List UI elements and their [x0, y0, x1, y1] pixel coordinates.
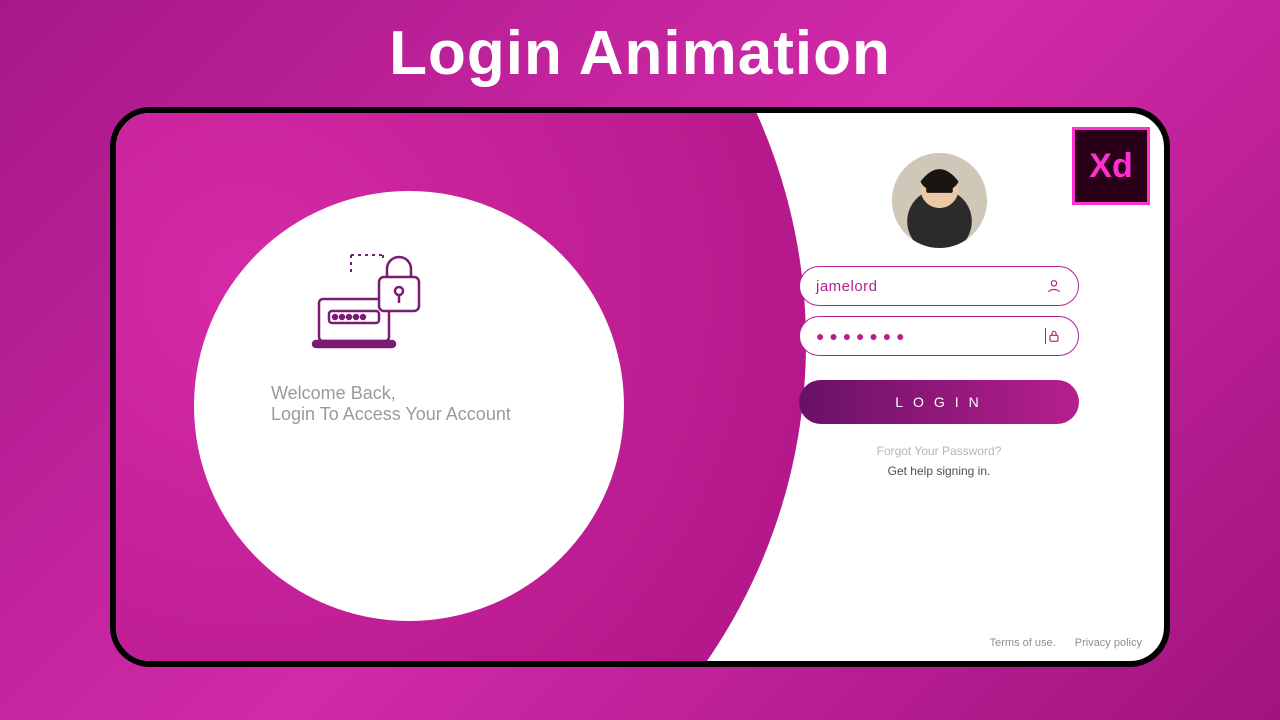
- lock-icon: [1046, 328, 1062, 344]
- page-headline: Login Animation: [389, 18, 891, 89]
- privacy-link[interactable]: Privacy policy: [1075, 637, 1142, 649]
- login-button[interactable]: LOGIN: [799, 380, 1079, 424]
- welcome-block: Welcome Back, Login To Access Your Accou…: [271, 253, 601, 425]
- device-frame: Welcome Back, Login To Access Your Accou…: [110, 107, 1170, 667]
- adobe-xd-badge: Xd: [1072, 127, 1150, 205]
- welcome-line-2: Login To Access Your Account: [271, 404, 601, 425]
- secure-login-illustration: [311, 253, 431, 358]
- avatar: [892, 153, 987, 248]
- forgot-password-link[interactable]: Forgot Your Password?: [877, 444, 1002, 458]
- footer-links: Terms of use. Privacy policy: [974, 637, 1142, 649]
- welcome-line-1: Welcome Back,: [271, 383, 601, 404]
- username-field[interactable]: jamelord: [799, 266, 1079, 306]
- username-value: jamelord: [816, 278, 1046, 295]
- terms-link[interactable]: Terms of use.: [990, 637, 1056, 649]
- password-field[interactable]: ● ● ● ● ● ● ●: [799, 316, 1079, 356]
- password-value: ● ● ● ● ● ● ●: [816, 328, 1043, 344]
- get-help-link[interactable]: Get help signing in.: [888, 464, 991, 478]
- xd-badge-label: Xd: [1089, 147, 1132, 186]
- login-form: jamelord ● ● ● ● ● ● ● LOGIN Forgot Your…: [774, 153, 1104, 478]
- user-icon: [1046, 278, 1062, 294]
